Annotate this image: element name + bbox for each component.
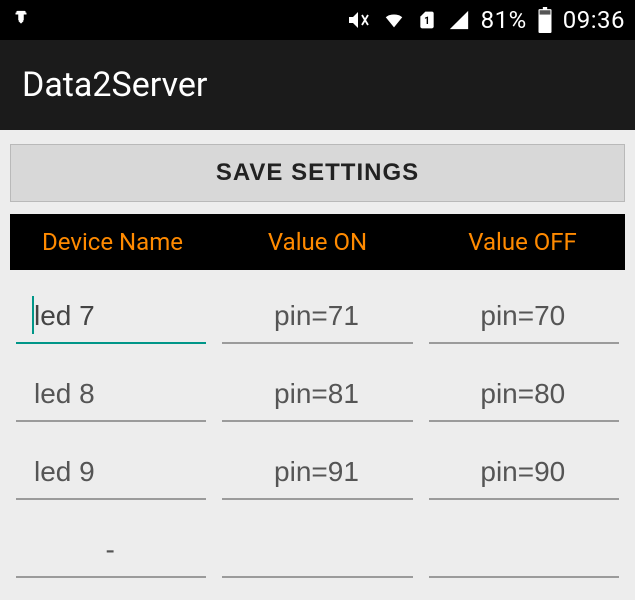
wifi-icon <box>381 9 407 31</box>
cell-value-off <box>429 456 619 500</box>
app-title: Data2Server <box>22 65 207 105</box>
cell-device-name <box>16 300 206 344</box>
device-name-input[interactable] <box>16 456 206 500</box>
toolbar: SAVE SETTINGS <box>0 130 635 214</box>
table-row <box>10 426 625 504</box>
header-value-off: Value OFF <box>420 228 625 256</box>
svg-text:1: 1 <box>424 16 430 27</box>
value-on-input[interactable] <box>222 300 412 344</box>
value-off-input[interactable] <box>429 534 619 578</box>
cell-value-on <box>222 534 412 578</box>
table-row <box>10 504 625 582</box>
device-name-input[interactable] <box>16 534 206 578</box>
cell-value-on <box>222 456 412 500</box>
battery-icon <box>537 7 553 33</box>
cell-value-off <box>429 300 619 344</box>
value-off-input[interactable] <box>429 300 619 344</box>
cell-value-off <box>429 534 619 578</box>
vibrate-silent-icon <box>345 8 371 32</box>
cell-device-name <box>16 456 206 500</box>
text-cursor <box>32 296 34 334</box>
table-header: Device Name Value ON Value OFF <box>10 214 625 270</box>
header-value-on: Value ON <box>215 228 420 256</box>
value-on-input[interactable] <box>222 534 412 578</box>
battery-percentage-text: 81% <box>481 6 527 34</box>
cell-value-on <box>222 378 412 422</box>
download-complete-icon <box>10 9 32 31</box>
table-row <box>10 270 625 348</box>
app-bar: Data2Server <box>0 40 635 130</box>
sim-card-icon: 1 <box>417 8 437 32</box>
value-on-input[interactable] <box>222 378 412 422</box>
value-off-input[interactable] <box>429 456 619 500</box>
clock-text: 09:36 <box>563 6 625 34</box>
cellular-signal-icon <box>447 9 471 31</box>
save-settings-button[interactable]: SAVE SETTINGS <box>10 144 625 202</box>
table-row <box>10 348 625 426</box>
cell-value-on <box>222 300 412 344</box>
status-bar: 1 81% 09:36 <box>0 0 635 40</box>
device-name-input[interactable] <box>16 300 206 344</box>
cell-device-name <box>16 534 206 578</box>
device-name-input[interactable] <box>16 378 206 422</box>
value-on-input[interactable] <box>222 456 412 500</box>
cell-device-name <box>16 378 206 422</box>
cell-value-off <box>429 378 619 422</box>
header-device-name: Device Name <box>10 228 215 256</box>
table-body <box>10 270 625 582</box>
value-off-input[interactable] <box>429 378 619 422</box>
